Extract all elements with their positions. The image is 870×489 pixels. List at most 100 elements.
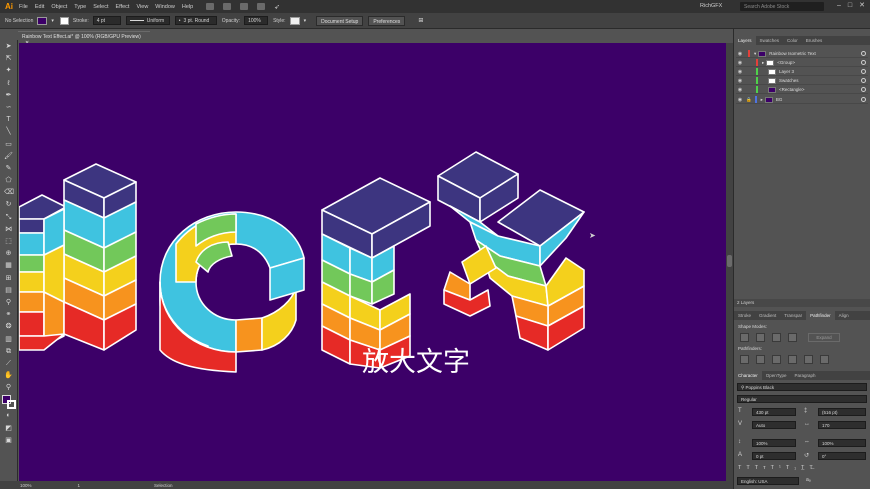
curvature-tool-icon[interactable]: ∽ [4, 103, 13, 112]
tab-swatches[interactable]: Swatches [756, 36, 784, 45]
column-graph-tool-icon[interactable]: ▥ [4, 335, 13, 344]
target-circle-icon[interactable] [861, 97, 866, 102]
lock-icon[interactable]: 🔒 [746, 97, 752, 103]
blend-tool-icon[interactable]: ⚭ [4, 310, 13, 319]
zoom-level[interactable]: 100% [20, 483, 32, 488]
search-stock-input[interactable]: Search Adobe Stock [740, 2, 824, 11]
fill-stroke-indicator[interactable] [2, 395, 16, 410]
strikethrough-icon[interactable]: T̶ [809, 465, 817, 471]
unite-button[interactable] [740, 333, 749, 342]
stock-icon[interactable] [223, 3, 232, 10]
target-circle-icon[interactable] [861, 60, 866, 65]
lasso-tool-icon[interactable]: ℓ [4, 79, 13, 88]
horizontal-scale-field[interactable]: 100% [818, 439, 866, 447]
target-circle-icon[interactable] [861, 51, 866, 56]
layer-row[interactable]: ◉ Layer 3 [736, 68, 868, 76]
vertical-scroll-thumb[interactable] [727, 255, 732, 267]
crop-button[interactable] [788, 355, 797, 364]
visibility-eye-icon[interactable]: ◉ [736, 51, 744, 57]
tab-gradient[interactable]: Gradient [755, 311, 780, 320]
kerning-field[interactable]: Auto [752, 421, 796, 429]
stroke-swatch[interactable] [59, 16, 69, 25]
tab-color[interactable]: Color [783, 36, 802, 45]
target-circle-icon[interactable] [861, 69, 866, 74]
gpu-performance-icon[interactable] [257, 3, 266, 10]
symbol-sprayer-tool-icon[interactable]: ❂ [4, 322, 13, 331]
line-tool-icon[interactable]: ╲ [4, 127, 13, 136]
arrange-documents-icon[interactable] [240, 3, 249, 10]
layer-row[interactable]: ◉ ▸ <Group> [736, 59, 868, 67]
layer-row[interactable]: ◉ 🔒 ▸ BG [736, 96, 868, 104]
rocket-icon[interactable]: ➶ [274, 3, 280, 11]
visibility-eye-icon[interactable]: ◉ [736, 69, 744, 75]
tab-brushes[interactable]: Brushes [802, 36, 827, 45]
current-tool-status[interactable]: Selection [154, 483, 173, 488]
pencil-tool-icon[interactable]: ✎ [4, 164, 13, 173]
draw-mode-icon[interactable]: ◩ [4, 424, 13, 433]
magic-wand-tool-icon[interactable]: ✦ [4, 66, 13, 75]
free-transform-tool-icon[interactable]: ⬚ [4, 237, 13, 246]
brush-definition[interactable]: • 3 pt. Round [174, 16, 217, 25]
menu-view[interactable]: View [136, 4, 148, 10]
artboard-tool-icon[interactable]: ⧉ [4, 347, 13, 356]
arrange-icon[interactable]: ⊞ [418, 17, 423, 24]
anti-aliasing-icon[interactable]: aₐ [806, 477, 811, 483]
paintbrush-tool-icon[interactable]: 🖌 [4, 152, 13, 161]
rotate-tool-icon[interactable]: ↻ [4, 200, 13, 209]
tab-pathfinder[interactable]: Pathfinder [806, 311, 835, 320]
shaper-tool-icon[interactable]: ⬠ [4, 176, 13, 185]
eraser-tool-icon[interactable]: ⌫ [4, 188, 14, 197]
menu-type[interactable]: Type [74, 4, 86, 10]
vertical-scale-field[interactable]: 100% [752, 439, 796, 447]
scale-tool-icon[interactable]: ⤡ [4, 213, 13, 222]
menu-effect[interactable]: Effect [116, 4, 130, 10]
minus-front-button[interactable] [756, 333, 765, 342]
layer-row[interactable]: ◉ ▾ Rainbow Isometric Text [736, 50, 868, 58]
expand-arrow-icon[interactable]: ▾ [754, 51, 756, 57]
screen-mode-icon[interactable]: ▣ [4, 436, 13, 445]
leading-field[interactable]: (516 pt) [818, 408, 866, 416]
hand-tool-icon[interactable]: ✋ [4, 371, 13, 380]
eyedropper-tool-icon[interactable]: ⚲ [4, 298, 13, 307]
intersect-button[interactable] [772, 333, 781, 342]
zoom-tool-icon[interactable]: ⚲ [4, 383, 13, 392]
target-circle-icon[interactable] [861, 87, 866, 92]
language-field[interactable]: English: USA [737, 477, 799, 485]
variable-width-profile[interactable]: Uniform [125, 16, 170, 25]
target-circle-icon[interactable] [861, 78, 866, 83]
rainbow-isometric-text-artwork[interactable] [19, 43, 726, 481]
minimize-icon[interactable]: – [834, 2, 844, 10]
perspective-grid-tool-icon[interactable]: ▦ [4, 261, 13, 270]
tab-opentype[interactable]: OpenType [762, 371, 791, 380]
menu-file[interactable]: File [19, 4, 28, 10]
divide-button[interactable] [740, 355, 749, 364]
font-family-field[interactable]: ⚲ Poppins Black [737, 383, 867, 391]
artboard-canvas[interactable]: 放大文字 ➤ [19, 43, 726, 481]
workspace-switcher[interactable]: RichGFX [700, 3, 722, 9]
fill-swatch[interactable] [37, 16, 48, 25]
slice-tool-icon[interactable]: ⟋ [4, 359, 13, 368]
exclude-button[interactable] [788, 333, 797, 342]
tab-transparency[interactable]: Transpar [780, 311, 806, 320]
menu-object[interactable]: Object [51, 4, 67, 10]
tab-paragraph[interactable]: Paragraph [791, 371, 820, 380]
fill-dropdown-icon[interactable]: ▾ [51, 18, 54, 24]
maximize-icon[interactable]: □ [845, 2, 855, 10]
trim-button[interactable] [756, 355, 765, 364]
rectangle-tool-icon[interactable]: ▭ [4, 140, 13, 149]
mesh-tool-icon[interactable]: ⊞ [4, 274, 13, 283]
preferences-button[interactable]: Preferences [368, 15, 406, 26]
width-tool-icon[interactable]: ⋈ [4, 225, 13, 234]
selection-tool-icon[interactable]: ➤ [4, 42, 13, 51]
bridge-icon[interactable] [206, 3, 215, 10]
document-setup-button[interactable]: Document Setup [316, 15, 364, 26]
superscript-icon[interactable]: T¹ [771, 465, 786, 471]
font-style-field[interactable]: Regular [737, 395, 867, 403]
stroke-color-box[interactable] [7, 400, 16, 410]
document-tab[interactable]: Rainbow Text Effect.ai* @ 100% (RGB/GPU … [18, 31, 150, 46]
collapse-arrow-icon[interactable]: ▸ [761, 97, 763, 103]
collapse-arrow-icon[interactable]: ▸ [762, 60, 764, 66]
style-dropdown-icon[interactable]: ▾ [304, 18, 307, 24]
tracking-field[interactable]: 170 [818, 421, 866, 429]
menu-edit[interactable]: Edit [35, 4, 44, 10]
